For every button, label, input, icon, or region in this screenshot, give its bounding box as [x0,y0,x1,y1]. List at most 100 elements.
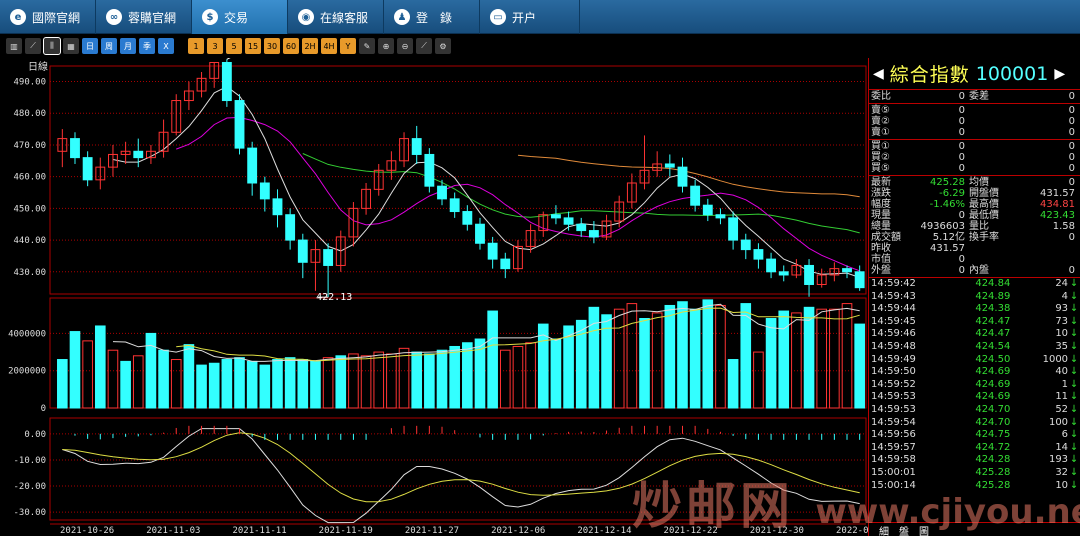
minute-1[interactable]: 3 [207,38,223,54]
minute-4[interactable]: 30 [264,38,280,54]
period-4[interactable]: X [158,38,174,54]
tick-row: 14:59:54 424.70 100 ↓ [871,416,1079,428]
tab-2[interactable]: $ 交易 [192,0,288,34]
panel-tab-2[interactable]: 圖 [919,523,929,536]
quote-panel: ◀ 綜合指數 100001 ▶ 委比 0 委差 0 賣⑤ 0 0 賣② 0 0 賣① 0 0 買① 0 0 買②… [868,58,1080,536]
calendar-icon[interactable]: ▦ [63,38,79,54]
bar-chart-icon[interactable]: ▥ [6,38,22,54]
volume-bar [462,342,473,409]
minute-0[interactable]: 1 [188,38,204,54]
volume-bar [272,359,283,409]
period-0[interactable]: 日 [82,38,98,54]
macd-dif-line [62,428,860,524]
volume-bar [689,308,701,409]
volume-bar [170,359,182,409]
stat-row: 現量 0 最低價 423.43 [871,210,1075,221]
volume-bar [373,351,385,409]
panel-tab-0[interactable]: 細 [879,523,889,536]
volume-bar [753,351,764,409]
volume-tick-label: 0 [41,404,46,414]
macd-dea-line [62,432,860,503]
tab-5[interactable]: ▭ 开户 [480,0,580,34]
tick-list: 14:59:42 424.84 24 ↓ 14:59:43 424.89 4 ↓ 14:59:4… [869,278,1080,492]
candle-body [842,268,852,273]
candle-body [576,223,587,232]
edit-icon[interactable]: ✎ [359,38,375,54]
volume-bar [639,318,650,409]
tab-0[interactable]: e 國際官網 [0,0,96,34]
volume-bar [259,364,271,409]
candle-body [462,211,473,225]
next-arrow-icon[interactable]: ▶ [1054,66,1065,82]
buy-orders: 買① 0 0 買② 0 0 買⑤ 0 0 [869,140,1080,176]
date-label: 2021-11-03 [146,526,200,536]
volume-tick-label: 2000000 [8,367,46,377]
volume-bar [715,304,726,409]
eye-icon: ◉ [298,9,314,25]
minute-8[interactable]: Y [340,38,356,54]
low-label: 422.13 [316,292,352,303]
commission-ratio: 委比 0 委差 0 [869,90,1080,104]
minute-5[interactable]: 60 [283,38,299,54]
volume-bar [702,299,714,409]
tab-1[interactable]: ∞ 蓉購官網 [96,0,192,34]
candle-body [285,214,296,241]
candle-body [487,242,498,260]
period-label: 日線 [28,60,48,73]
zoom-out-icon[interactable]: ⊖ [397,38,413,54]
buy-orders-row: 買② 0 0 [871,152,1075,163]
volume-bar [727,359,739,409]
tick-row: 14:59:49 424.50 1000 ↓ [871,353,1079,365]
tick-row: 15:00:14 425.28 10 ↓ [871,479,1079,491]
panel-tab-1[interactable]: 盤 [899,523,909,536]
volume-bar [57,359,68,409]
tab-label: 开户 [512,10,537,25]
minute-2[interactable]: 5 [226,38,242,54]
index-code: 100001 [975,62,1049,85]
price-tick-label: 490.00 [13,78,46,88]
macd-tick-label: 0.00 [24,430,46,440]
candle-body [221,61,232,102]
volume-bar [499,349,511,409]
gear-icon[interactable]: ⚙ [435,38,451,54]
candle-body [133,150,144,159]
minute-6[interactable]: 2H [302,38,318,54]
tab-label: 在線客服 [320,10,369,25]
volume-bar [69,331,81,409]
tab-4[interactable]: ♟ 登 錄 [384,0,480,34]
panel-header: ◀ 綜合指數 100001 ▶ [869,58,1080,90]
sell-orders-row: 賣① 0 0 [871,127,1075,138]
tick-row: 14:59:58 424.28 193 ↓ [871,454,1079,466]
volume-bar [512,345,524,409]
line-chart-icon[interactable]: ⟋ [25,38,41,54]
candle-body [740,239,751,251]
zoom-in-icon[interactable]: ⊕ [378,38,394,54]
tab-label: 登 錄 [416,10,453,25]
candle-body [297,239,308,263]
period-3[interactable]: 季 [139,38,155,54]
volume-bar [613,308,625,409]
period-1[interactable]: 周 [101,38,117,54]
kline-chart[interactable]: 日線 490.00 480.00 470.00 460.00 450.00 440.00 43… [0,58,868,536]
price-tick-label: 430.00 [13,268,46,278]
candle-body [234,100,245,149]
stat-row: 最新 425.28 均價 0 [871,177,1075,188]
minute-7[interactable]: 4H [321,38,337,54]
minute-3[interactable]: 15 [245,38,261,54]
volume-bar [740,303,752,409]
candle-body [677,166,688,187]
tab-3[interactable]: ◉ 在線客服 [288,0,384,34]
candle-body [70,138,80,159]
volume-bar [841,303,853,409]
tick-row: 14:59:45 424.47 73 ↓ [871,315,1079,327]
draw-icon[interactable]: ⟋ [416,38,432,54]
volume-bar [550,338,562,409]
e-icon: e [10,9,26,25]
tick-row: 15:00:01 425.28 32 ↓ [871,466,1079,478]
candle-body [753,249,764,260]
period-2[interactable]: 月 [120,38,136,54]
prev-arrow-icon[interactable]: ◀ [873,66,884,82]
volume-bar [348,353,359,409]
candle-icon[interactable]: ⫼ [43,37,61,55]
candle-body [563,217,574,225]
